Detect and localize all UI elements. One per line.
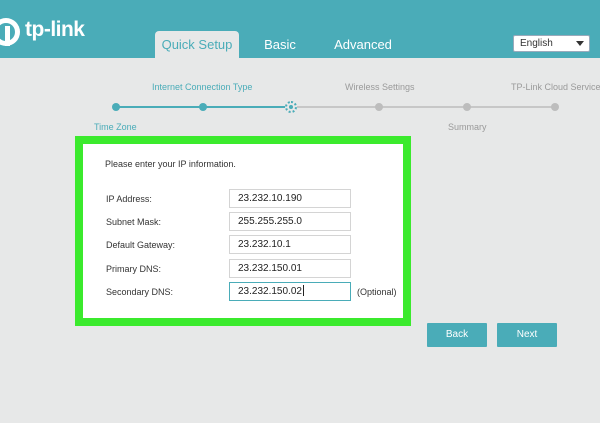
top-bar: tp-link Quick Setup Basic Advanced Engli… [0, 0, 600, 58]
ip-address-input[interactable]: 23.232.10.190 [229, 189, 351, 208]
ip-address-label: IP Address: [106, 194, 152, 204]
panel-title: Please enter your IP information. [105, 159, 236, 169]
ip-information-panel: Please enter your IP information. IP Add… [75, 136, 411, 326]
step-dot-summary [463, 103, 471, 111]
default-gateway-label: Default Gateway: [106, 240, 176, 250]
step-label-cloud-service: TP-Link Cloud Service [511, 82, 600, 92]
logo-text: tp-link [25, 18, 85, 41]
stepper-remaining-line [291, 106, 555, 108]
tp-link-logo: tp-link [0, 18, 85, 48]
step-label-internet-connection-type: Internet Connection Type [152, 82, 253, 92]
optional-note: (Optional) [357, 287, 397, 297]
step-dot-cloud-service [551, 103, 559, 111]
tab-basic[interactable]: Basic [257, 31, 303, 58]
language-select-value: English [520, 38, 553, 49]
text-cursor [302, 285, 304, 296]
language-select[interactable]: English [513, 35, 590, 52]
step-dot-internet-connection-type [199, 103, 207, 111]
back-button[interactable]: Back [427, 323, 487, 347]
primary-dns-label: Primary DNS: [106, 264, 162, 274]
step-dot-wireless-settings [375, 103, 383, 111]
chevron-down-icon [576, 41, 584, 46]
tab-quick-setup[interactable]: Quick Setup [155, 31, 239, 58]
step-dot-current [285, 101, 297, 113]
step-label-summary: Summary [448, 122, 487, 132]
secondary-dns-input[interactable]: 23.232.150.02 [229, 282, 351, 301]
step-label-time-zone: Time Zone [94, 122, 137, 132]
step-dot-time-zone [112, 103, 120, 111]
step-label-wireless-settings: Wireless Settings [345, 82, 415, 92]
secondary-dns-value: 23.232.150.02 [238, 286, 302, 297]
primary-dns-input[interactable]: 23.232.150.01 [229, 259, 351, 278]
subnet-mask-input[interactable]: 255.255.255.0 [229, 212, 351, 231]
secondary-dns-label: Secondary DNS: [106, 287, 174, 297]
subnet-mask-label: Subnet Mask: [106, 217, 162, 227]
next-button[interactable]: Next [497, 323, 557, 347]
tp-link-logo-icon [0, 18, 22, 48]
default-gateway-input[interactable]: 23.232.10.1 [229, 235, 351, 254]
tab-advanced[interactable]: Advanced [328, 31, 398, 58]
